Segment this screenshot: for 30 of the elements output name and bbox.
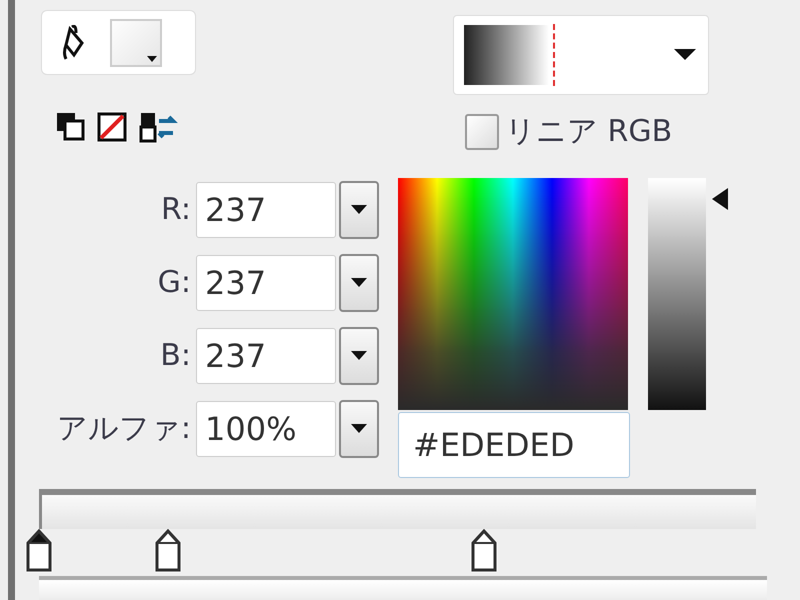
dropdown-button[interactable]: [339, 400, 379, 458]
hex-field[interactable]: #EDEDED: [398, 412, 630, 478]
value-field[interactable]: 237: [196, 254, 336, 311]
value-field[interactable]: 237: [196, 328, 336, 384]
dropdown-button[interactable]: [339, 254, 379, 312]
slider-pointer[interactable]: [712, 188, 728, 210]
caret-icon: [674, 49, 696, 61]
swap-colors-icon[interactable]: [139, 111, 179, 143]
channel-label: R:: [160, 192, 192, 228]
gradient-type-dropdown[interactable]: [453, 15, 709, 95]
dropdown-button[interactable]: [339, 180, 379, 239]
caret-icon: [351, 350, 367, 361]
checkbox-label: リニア RGB: [505, 113, 672, 151]
value-field[interactable]: 100%: [196, 400, 336, 457]
channel-label: G:: [156, 265, 192, 300]
gradient-stop[interactable]: [154, 528, 182, 573]
checkbox[interactable]: [465, 114, 499, 150]
dropdown-button[interactable]: [339, 326, 379, 385]
value-field[interactable]: 237: [196, 182, 336, 238]
color-spectrum[interactable]: [398, 178, 628, 410]
caret-icon: [351, 204, 367, 215]
channel-label: アルファ:: [56, 410, 192, 448]
gradient-stop[interactable]: [470, 528, 498, 573]
caret-icon: [351, 424, 367, 434]
fill-color-swatch[interactable]: [110, 18, 162, 66]
no-color-icon[interactable]: [97, 111, 127, 143]
gradient-stop[interactable]: [25, 528, 53, 573]
caret-icon: [351, 278, 367, 288]
channel-label: B:: [159, 338, 192, 374]
default-colors-icon[interactable]: [55, 111, 85, 143]
